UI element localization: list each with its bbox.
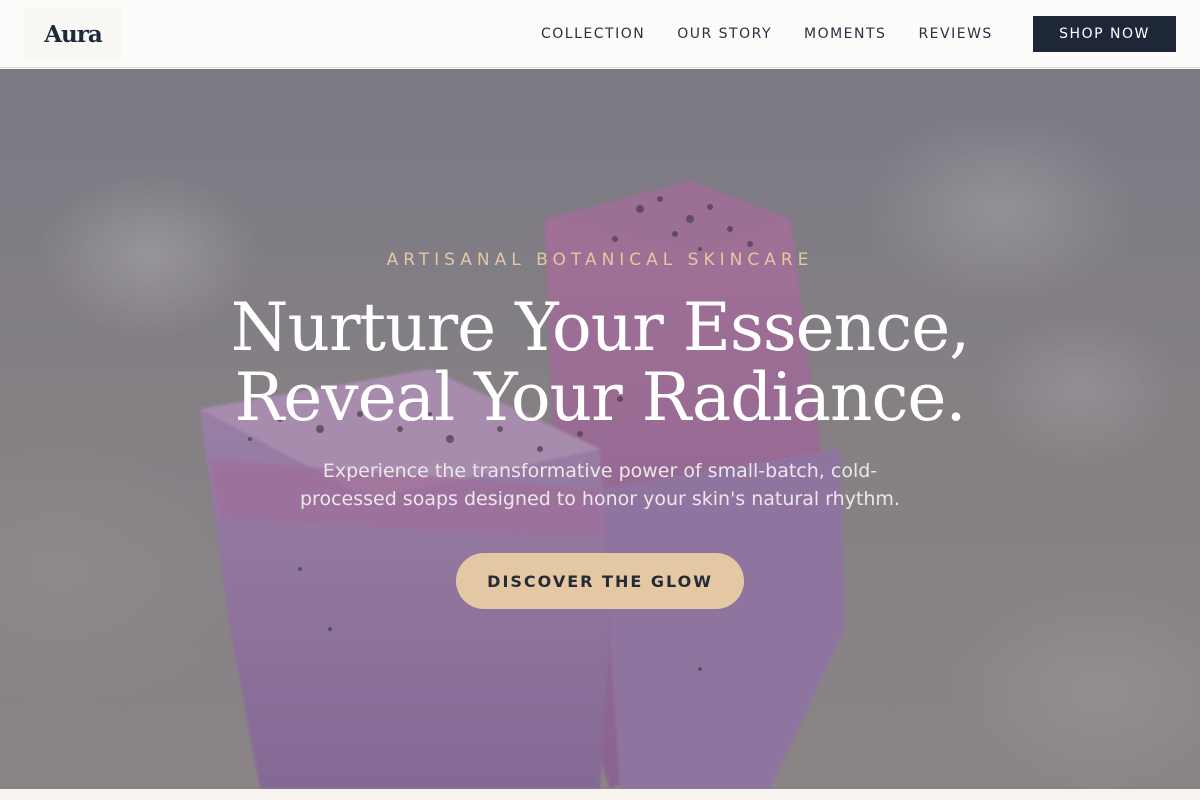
nav-link-collection[interactable]: COLLECTION	[541, 26, 645, 42]
subtext-line-2: processed soaps designed to honor your s…	[300, 488, 900, 510]
hero-headline: Nurture Your Essence, Reveal Your Radian…	[0, 293, 1200, 433]
logo-text: Aura	[44, 20, 103, 48]
nav-link-moments[interactable]: MOMENTS	[804, 26, 886, 42]
discover-the-glow-button[interactable]: DISCOVER THE GLOW	[456, 553, 744, 609]
hero-content: ARTISANAL BOTANICAL SKINCARE Nurture You…	[0, 69, 1200, 789]
hero-eyebrow: ARTISANAL BOTANICAL SKINCARE	[386, 250, 814, 270]
next-section-edge	[0, 789, 1200, 800]
site-header: Aura COLLECTION OUR STORY MOMENTS REVIEW…	[0, 0, 1200, 68]
shop-now-button[interactable]: SHOP NOW	[1033, 16, 1176, 52]
nav-link-our-story[interactable]: OUR STORY	[677, 26, 772, 42]
headline-line-1: Nurture Your Essence,	[230, 289, 971, 366]
main-nav: COLLECTION OUR STORY MOMENTS REVIEWS	[541, 0, 993, 68]
headline-line-2: Reveal Your Radiance.	[234, 359, 967, 436]
nav-link-reviews[interactable]: REVIEWS	[918, 26, 992, 42]
hero-subtext: Experience the transformative power of s…	[280, 457, 920, 513]
hero-section: ARTISANAL BOTANICAL SKINCARE Nurture You…	[0, 69, 1200, 789]
subtext-line-1: Experience the transformative power of s…	[322, 460, 878, 482]
logo[interactable]: Aura	[24, 8, 122, 60]
